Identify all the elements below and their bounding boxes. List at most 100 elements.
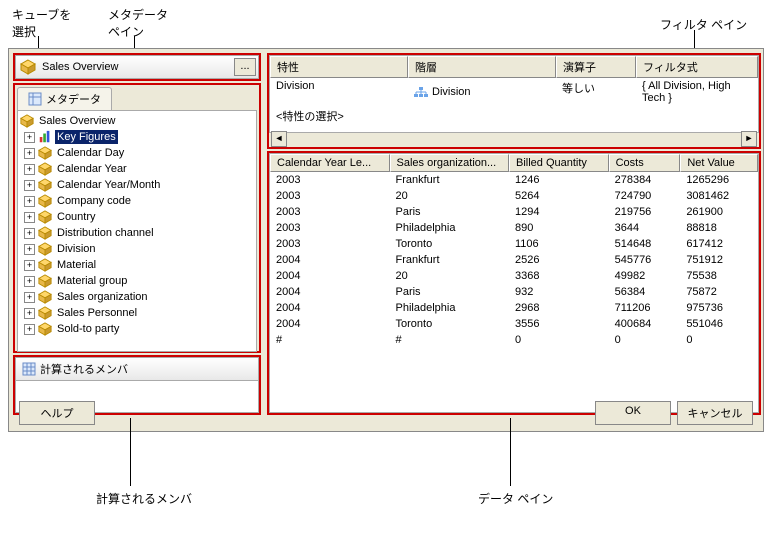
table-cell: 20 [390, 268, 510, 284]
filter-col-expression[interactable]: フィルタ式 [636, 56, 758, 78]
tree-item[interactable]: + Calendar Day [20, 145, 254, 161]
expand-icon[interactable]: + [24, 228, 35, 239]
expand-icon[interactable]: + [24, 324, 35, 335]
cube-browse-button[interactable]: ... [234, 58, 256, 76]
dimension-icon [38, 258, 52, 272]
table-cell: Frankfurt [390, 172, 510, 188]
data-col-header[interactable]: Net Value [680, 154, 758, 172]
expand-icon[interactable]: + [24, 164, 35, 175]
table-cell: 400684 [609, 316, 681, 332]
tree-item-label: Material group [55, 274, 129, 288]
table-row[interactable]: 2003Frankfurt12462783841265296 [270, 172, 758, 188]
tree-item[interactable]: +Key Figures [20, 129, 254, 145]
expand-icon[interactable]: + [24, 276, 35, 287]
filter-placeholder-row[interactable]: <特性の選択> [270, 106, 758, 126]
table-row[interactable]: 2004Philadelphia2968711206975736 [270, 300, 758, 316]
tree-item-label: Calendar Year [55, 162, 129, 176]
table-cell: 3644 [609, 220, 681, 236]
expand-icon[interactable]: + [24, 196, 35, 207]
tree-item[interactable]: +Sales Personnel [20, 305, 254, 321]
tree-item[interactable]: + Sales organization [20, 289, 254, 305]
table-cell: Paris [390, 204, 510, 220]
data-col-header[interactable]: Calendar Year Le... [270, 154, 390, 172]
table-row[interactable]: 2004Frankfurt2526545776751912 [270, 252, 758, 268]
filter-col-characteristic[interactable]: 特性 [270, 56, 408, 78]
table-cell: Toronto [390, 236, 510, 252]
cube-selector-bar: Sales Overview ... [15, 55, 259, 79]
tree-item[interactable]: + Calendar Year [20, 161, 254, 177]
table-row[interactable]: ##000 [270, 332, 758, 348]
table-cell: 0 [680, 332, 758, 348]
table-row[interactable]: 20032052647247903081462 [270, 188, 758, 204]
table-cell: 88818 [680, 220, 758, 236]
table-cell: 0 [609, 332, 681, 348]
table-row[interactable]: 2003Toronto1106514648617412 [270, 236, 758, 252]
table-cell: 2003 [270, 236, 390, 252]
table-cell: 75538 [680, 268, 758, 284]
tree-item[interactable]: +Distribution channel [20, 225, 254, 241]
cancel-button[interactable]: キャンセル [677, 401, 753, 425]
table-cell: 3081462 [680, 188, 758, 204]
expand-icon[interactable]: + [24, 148, 35, 159]
filter-cell-hier: Division [408, 78, 556, 106]
expand-icon[interactable]: + [24, 292, 35, 303]
table-cell: 3556 [509, 316, 609, 332]
table-row[interactable]: 2003Philadelphia890364488818 [270, 220, 758, 236]
table-cell: 1106 [509, 236, 609, 252]
expand-icon[interactable]: + [24, 132, 35, 143]
expand-icon[interactable]: + [24, 180, 35, 191]
table-row[interactable]: 20042033684998275538 [270, 268, 758, 284]
table-cell: 2003 [270, 204, 390, 220]
filter-table: 特性 階層 演算子 フィルタ式 Division Division 等しい { … [269, 55, 759, 133]
tree-root[interactable]: Sales Overview [20, 113, 254, 129]
tree-item[interactable]: +Country [20, 209, 254, 225]
annotation-calc-member: 計算されるメンバ [96, 490, 192, 507]
tree-item[interactable]: +Material [20, 257, 254, 273]
table-cell: 2004 [270, 316, 390, 332]
dimension-icon [38, 242, 52, 256]
tree-item[interactable]: + Material group [20, 273, 254, 289]
expand-icon[interactable]: + [24, 260, 35, 271]
hierarchy-icon [414, 87, 428, 97]
table-cell: 2526 [509, 252, 609, 268]
metadata-tab-icon [28, 92, 42, 106]
dimension-icon [38, 290, 52, 304]
tree-item[interactable]: + Division [20, 241, 254, 257]
data-col-header[interactable]: Sales organization... [390, 154, 510, 172]
data-grid[interactable]: Calendar Year Le...Sales organization...… [269, 153, 759, 413]
table-row[interactable]: 2004Toronto3556400684551046 [270, 316, 758, 332]
tree-item-label: Division [55, 242, 98, 256]
dimension-icon [38, 226, 52, 240]
table-cell: 261900 [680, 204, 758, 220]
help-button[interactable]: ヘルプ [19, 401, 95, 425]
grid-icon [22, 362, 36, 376]
table-cell: 751912 [680, 252, 758, 268]
cube-name: Sales Overview [40, 61, 234, 73]
tree-item[interactable]: +Company code [20, 193, 254, 209]
scroll-left-icon[interactable]: ◄ [271, 131, 287, 147]
data-col-header[interactable]: Billed Quantity [509, 154, 609, 172]
filter-data-row[interactable]: Division Division 等しい { All Division, Hi… [270, 78, 758, 106]
table-row[interactable]: 2003Paris1294219756261900 [270, 204, 758, 220]
dimension-icon [38, 178, 52, 192]
table-row[interactable]: 2004Paris9325638475872 [270, 284, 758, 300]
tree-item-label: Sales organization [55, 290, 150, 304]
metadata-tree[interactable]: Sales Overview+Key Figures+Calendar Day+… [17, 110, 257, 352]
expand-icon[interactable]: + [24, 308, 35, 319]
metadata-tab[interactable]: メタデータ [17, 87, 112, 110]
ok-button[interactable]: OK [595, 401, 671, 425]
filter-placeholder: <特性の選択> [270, 106, 408, 126]
filter-col-hierarchy[interactable]: 階層 [408, 56, 556, 78]
tree-item-label: Calendar Day [55, 146, 126, 160]
filter-col-operator[interactable]: 演算子 [556, 56, 636, 78]
tree-item[interactable]: +Calendar Year/Month [20, 177, 254, 193]
expand-icon[interactable]: + [24, 244, 35, 255]
table-cell: 278384 [609, 172, 681, 188]
expand-icon[interactable]: + [24, 212, 35, 223]
table-cell: 2004 [270, 300, 390, 316]
tree-item[interactable]: +Sold-to party [20, 321, 254, 337]
scroll-right-icon[interactable]: ► [741, 131, 757, 147]
table-cell: 3368 [509, 268, 609, 284]
table-cell: 975736 [680, 300, 758, 316]
data-col-header[interactable]: Costs [609, 154, 681, 172]
